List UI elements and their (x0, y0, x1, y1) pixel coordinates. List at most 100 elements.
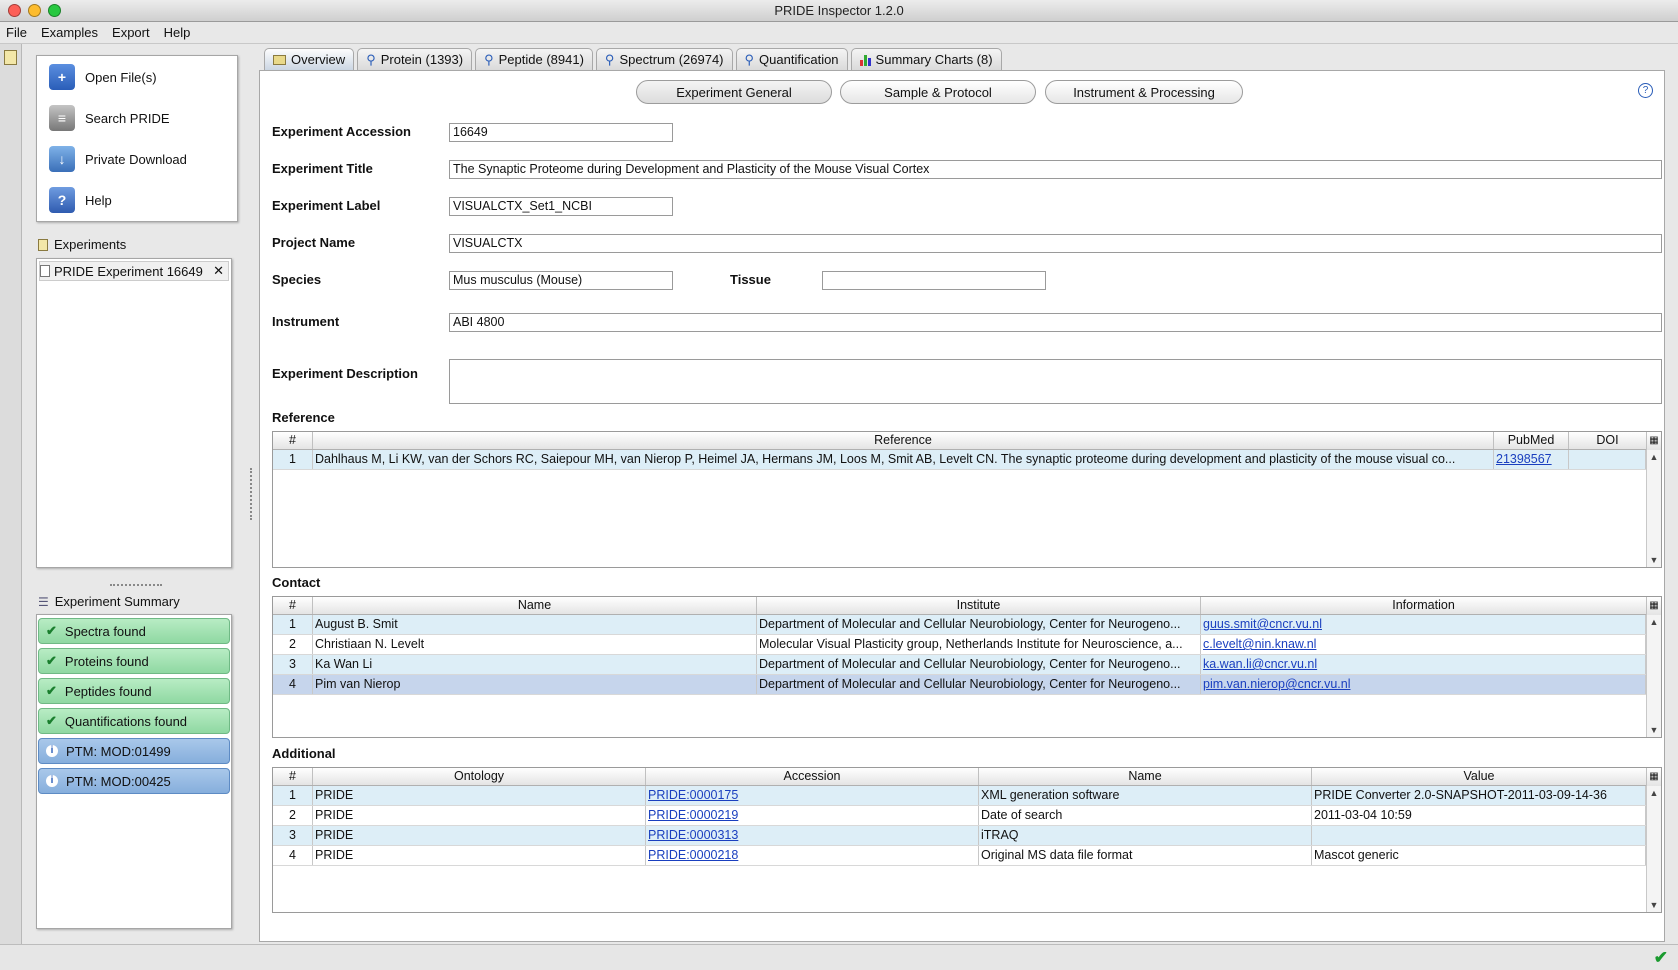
column-header[interactable]: # (273, 597, 313, 614)
scroll-up-icon[interactable]: ▲ (1647, 452, 1661, 462)
menu-examples[interactable]: Examples (41, 25, 98, 40)
proteins-found-badge[interactable]: ✔ Proteins found (38, 648, 230, 674)
row-number: 1 (273, 615, 313, 634)
tab-overview[interactable]: Overview (264, 48, 355, 70)
experiment-title-field[interactable]: The Synaptic Proteome during Development… (449, 160, 1662, 179)
table-row[interactable]: 1 Dahlhaus M, Li KW, van der Schors RC, … (273, 450, 1646, 470)
peptides-found-badge[interactable]: ✔ Peptides found (38, 678, 230, 704)
column-header[interactable]: Value (1312, 768, 1647, 785)
tab-label: Quantification (759, 52, 839, 67)
zoom-window-button[interactable] (48, 4, 61, 17)
column-header[interactable]: Accession (646, 768, 979, 785)
table-row[interactable]: 3 PRIDE PRIDE:0000313 iTRAQ (273, 826, 1646, 846)
table-row[interactable]: 1 August B. Smit Department of Molecular… (273, 615, 1646, 635)
pubmed-link[interactable]: 21398567 (1494, 450, 1569, 469)
splitter-handle[interactable] (110, 584, 162, 587)
close-icon[interactable]: ✕ (213, 263, 224, 279)
column-header[interactable]: Name (313, 597, 757, 614)
menu-export[interactable]: Export (112, 25, 150, 40)
table-row[interactable]: 4 PRIDE PRIDE:0000218 Original MS data f… (273, 846, 1646, 866)
scroll-down-icon[interactable]: ▼ (1647, 900, 1661, 910)
tab-quantification[interactable]: ⚲ Quantification (735, 48, 848, 70)
email-link[interactable]: ka.wan.li@cncr.vu.nl (1201, 655, 1646, 674)
column-control-icon[interactable]: ▦ (1646, 432, 1661, 450)
column-header[interactable]: # (273, 768, 313, 785)
project-name-field[interactable]: VISUALCTX (449, 234, 1662, 253)
collapsed-side-strip (0, 44, 22, 944)
minimize-window-button[interactable] (28, 4, 41, 17)
table-header: # Reference PubMed DOI (273, 432, 1661, 450)
email-link[interactable]: pim.van.nierop@cncr.vu.nl (1201, 675, 1646, 694)
menu-help[interactable]: Help (164, 25, 191, 40)
ptm-badge[interactable]: i PTM: MOD:00425 (38, 768, 230, 794)
menu-file[interactable]: File (6, 25, 27, 40)
tissue-field[interactable] (822, 271, 1046, 290)
tab-protein[interactable]: ⚲ Protein (1393) (357, 48, 473, 70)
column-header[interactable]: Name (979, 768, 1312, 785)
accession-link[interactable]: PRIDE:0000219 (646, 806, 979, 825)
open-files-action[interactable]: + Open File(s) (49, 60, 157, 94)
column-header[interactable]: PubMed (1494, 432, 1569, 449)
species-field[interactable]: Mus musculus (Mouse) (449, 271, 673, 290)
subtab-sample-protocol[interactable]: Sample & Protocol (840, 80, 1036, 104)
help-action[interactable]: ? Help (49, 183, 112, 217)
scroll-down-icon[interactable]: ▼ (1647, 555, 1661, 565)
instrument-field[interactable]: ABI 4800 (449, 313, 1662, 332)
experiment-label: PRIDE Experiment 16649 (54, 263, 203, 279)
institute-cell: Department of Molecular and Cellular Neu… (757, 615, 1201, 634)
badge-label: PTM: MOD:01499 (66, 743, 171, 759)
vertical-scrollbar[interactable]: ▲ ▼ (1646, 786, 1661, 912)
column-header[interactable]: Information (1201, 597, 1647, 614)
table-row[interactable]: 2 PRIDE PRIDE:0000219 Date of search 201… (273, 806, 1646, 826)
badge-label: Proteins found (64, 653, 149, 669)
table-row[interactable]: 3 Ka Wan Li Department of Molecular and … (273, 655, 1646, 675)
spectra-found-badge[interactable]: ✔ Spectra found (38, 618, 230, 644)
accession-link[interactable]: PRIDE:0000218 (646, 846, 979, 865)
download-icon: ↓ (49, 146, 75, 172)
table-row[interactable]: 1 PRIDE PRIDE:0000175 XML generation sof… (273, 786, 1646, 806)
email-link[interactable]: c.levelt@nin.knaw.nl (1201, 635, 1646, 654)
help-icon[interactable]: ? (1638, 83, 1653, 98)
column-header[interactable]: Ontology (313, 768, 646, 785)
scroll-down-icon[interactable]: ▼ (1647, 725, 1661, 735)
experiment-accession-field[interactable]: 16649 (449, 123, 673, 142)
subtab-experiment-general[interactable]: Experiment General (636, 80, 832, 104)
ptm-badge[interactable]: i PTM: MOD:01499 (38, 738, 230, 764)
checkmark-icon: ✔ (46, 713, 57, 728)
vertical-scrollbar[interactable]: ▲ ▼ (1646, 450, 1661, 567)
search-pride-action[interactable]: ≡ Search PRIDE (49, 101, 170, 135)
table-header: # Name Institute Information (273, 597, 1661, 615)
experiment-description-field[interactable] (449, 359, 1662, 404)
row-number: 4 (273, 846, 313, 865)
experiment-label-field[interactable]: VISUALCTX_Set1_NCBI (449, 197, 673, 216)
quantifications-found-badge[interactable]: ✔ Quantifications found (38, 708, 230, 734)
subtab-instrument-processing[interactable]: Instrument & Processing (1045, 80, 1243, 104)
reference-table: # Reference PubMed DOI ▦ 1 Dahlhaus M, L… (272, 431, 1662, 568)
vertical-scrollbar[interactable]: ▲ ▼ (1646, 615, 1661, 737)
name-cell: Christiaan N. Levelt (313, 635, 757, 654)
table-row[interactable]: 2 Christiaan N. Levelt Molecular Visual … (273, 635, 1646, 655)
column-control-icon[interactable]: ▦ (1646, 768, 1661, 786)
column-header[interactable]: Reference (313, 432, 1494, 449)
column-control-icon[interactable]: ▦ (1646, 597, 1661, 615)
accession-link[interactable]: PRIDE:0000175 (646, 786, 979, 805)
accession-link[interactable]: PRIDE:0000313 (646, 826, 979, 845)
scroll-up-icon[interactable]: ▲ (1647, 788, 1661, 798)
experiment-item[interactable]: PRIDE Experiment 16649 ✕ (39, 261, 229, 281)
table-row[interactable]: 4 Pim van Nierop Department of Molecular… (273, 675, 1646, 695)
column-header[interactable]: Institute (757, 597, 1201, 614)
tab-peptide[interactable]: ⚲ Peptide (8941) (475, 48, 593, 70)
scroll-up-icon[interactable]: ▲ (1647, 617, 1661, 627)
document-icon[interactable] (4, 50, 17, 65)
row-number: 3 (273, 826, 313, 845)
private-download-action[interactable]: ↓ Private Download (49, 142, 187, 176)
tab-summary-charts[interactable]: Summary Charts (8) (850, 48, 1002, 70)
tab-spectrum[interactable]: ⚲ Spectrum (26974) (595, 48, 733, 70)
close-window-button[interactable] (8, 4, 21, 17)
checkmark-icon: ✔ (46, 623, 57, 638)
column-header[interactable]: # (273, 432, 313, 449)
institute-cell: Department of Molecular and Cellular Neu… (757, 655, 1201, 674)
splitter-handle[interactable] (250, 468, 253, 520)
email-link[interactable]: guus.smit@cncr.vu.nl (1201, 615, 1646, 634)
column-header[interactable]: DOI (1569, 432, 1647, 449)
